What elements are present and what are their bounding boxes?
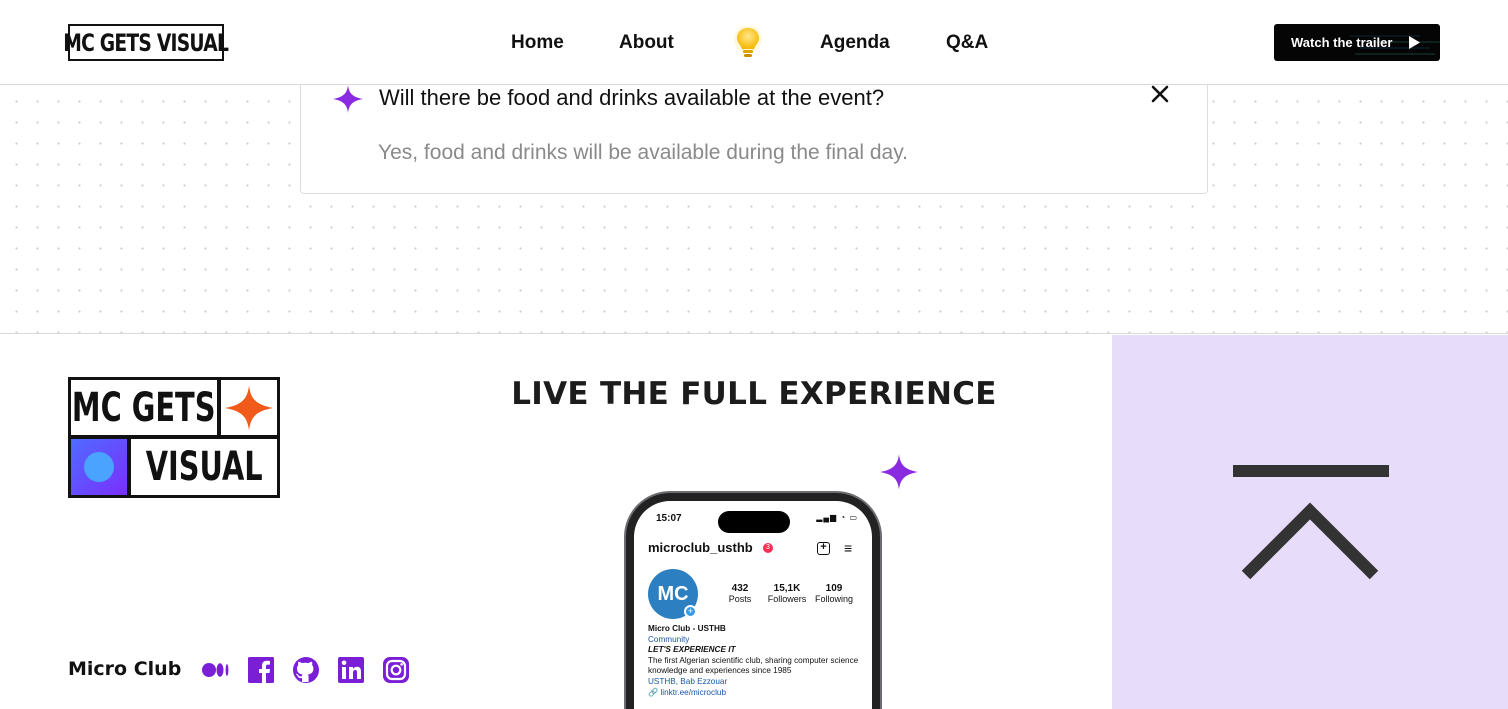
nav-about[interactable]: About (619, 30, 674, 56)
bio-name: Micro Club - USTHB (648, 624, 726, 633)
stat-following: 109 Following (804, 583, 864, 604)
menu-icon: ≡ (844, 540, 853, 556)
instagram-icon[interactable] (382, 656, 410, 684)
nav-agenda[interactable]: Agenda (820, 30, 890, 56)
back-to-top-icon (1233, 465, 1389, 580)
phone-mockup: 15:07 ▂▄▆ ◔ ▭ microclub_usthb 3 + ≡ MC +… (626, 493, 880, 709)
footer-brand: Micro Club (68, 658, 182, 680)
bio-tagline: LET'S EXPERIENCE IT (648, 645, 736, 655)
phone-status-icons: ▂▄▆ ◔ ▭ (816, 513, 858, 522)
add-post-icon: + (817, 542, 830, 555)
linkedin-icon[interactable] (337, 656, 365, 684)
faq-question[interactable]: Will there be food and drinks available … (379, 85, 884, 111)
facebook-icon[interactable] (247, 656, 275, 684)
watch-trailer-button[interactable]: Watch the trailer (1274, 24, 1440, 61)
bio-link-text: linktr.ee/microclub (660, 687, 727, 697)
faq-answer: Yes, food and drinks will be available d… (378, 141, 909, 164)
faq-item[interactable]: Will there be food and drinks available … (300, 85, 1208, 194)
footer-logo-line2-cell: VISUAL (131, 439, 277, 495)
close-icon[interactable] (1151, 85, 1169, 103)
sparkle-icon (880, 454, 918, 490)
bio-link[interactable]: 🔗 linktr.ee/microclub (648, 688, 868, 699)
phone-time: 15:07 (656, 513, 682, 524)
avatar-text: MC (657, 583, 689, 605)
add-story-icon: + (684, 605, 697, 618)
footer-title-text: LIVE THE FULL EXPERIENCE (511, 376, 997, 412)
bio-description: The first Algerian scientific club, shar… (648, 655, 859, 676)
github-icon[interactable] (292, 656, 320, 684)
dynamic-island (718, 511, 790, 533)
footer-logo-circle-cell (71, 439, 127, 495)
blue-circle-icon (84, 452, 114, 482)
notification-badge: 3 (763, 543, 773, 553)
medium-icon[interactable] (202, 656, 230, 684)
stat-followers-label: Followers (767, 594, 807, 604)
stat-posts-label: Posts (728, 594, 752, 604)
back-to-top-button[interactable] (1112, 335, 1508, 709)
nav-home[interactable]: Home (511, 30, 564, 56)
site-header: MC GETS VISUAL Home About Agenda Q&A Wat… (0, 0, 1508, 85)
bio-category: Community (648, 634, 690, 644)
nav-qa[interactable]: Q&A (946, 30, 988, 56)
play-icon (1409, 36, 1420, 49)
instagram-username: microclub_usthb (648, 540, 753, 555)
bio-location: USTHB, Bab Ezzouar (648, 676, 728, 686)
stat-following-label: Following (814, 594, 854, 604)
watch-trailer-label: Watch the trailer (1291, 35, 1393, 50)
sparkle-icon (333, 85, 363, 113)
profile-bio: Micro Club - USTHB Community LET'S EXPER… (648, 624, 868, 698)
footer-logo-line2: VISUAL (145, 444, 263, 490)
lightbulb-icon[interactable] (734, 26, 762, 60)
stat-following-value: 109 (825, 583, 843, 594)
